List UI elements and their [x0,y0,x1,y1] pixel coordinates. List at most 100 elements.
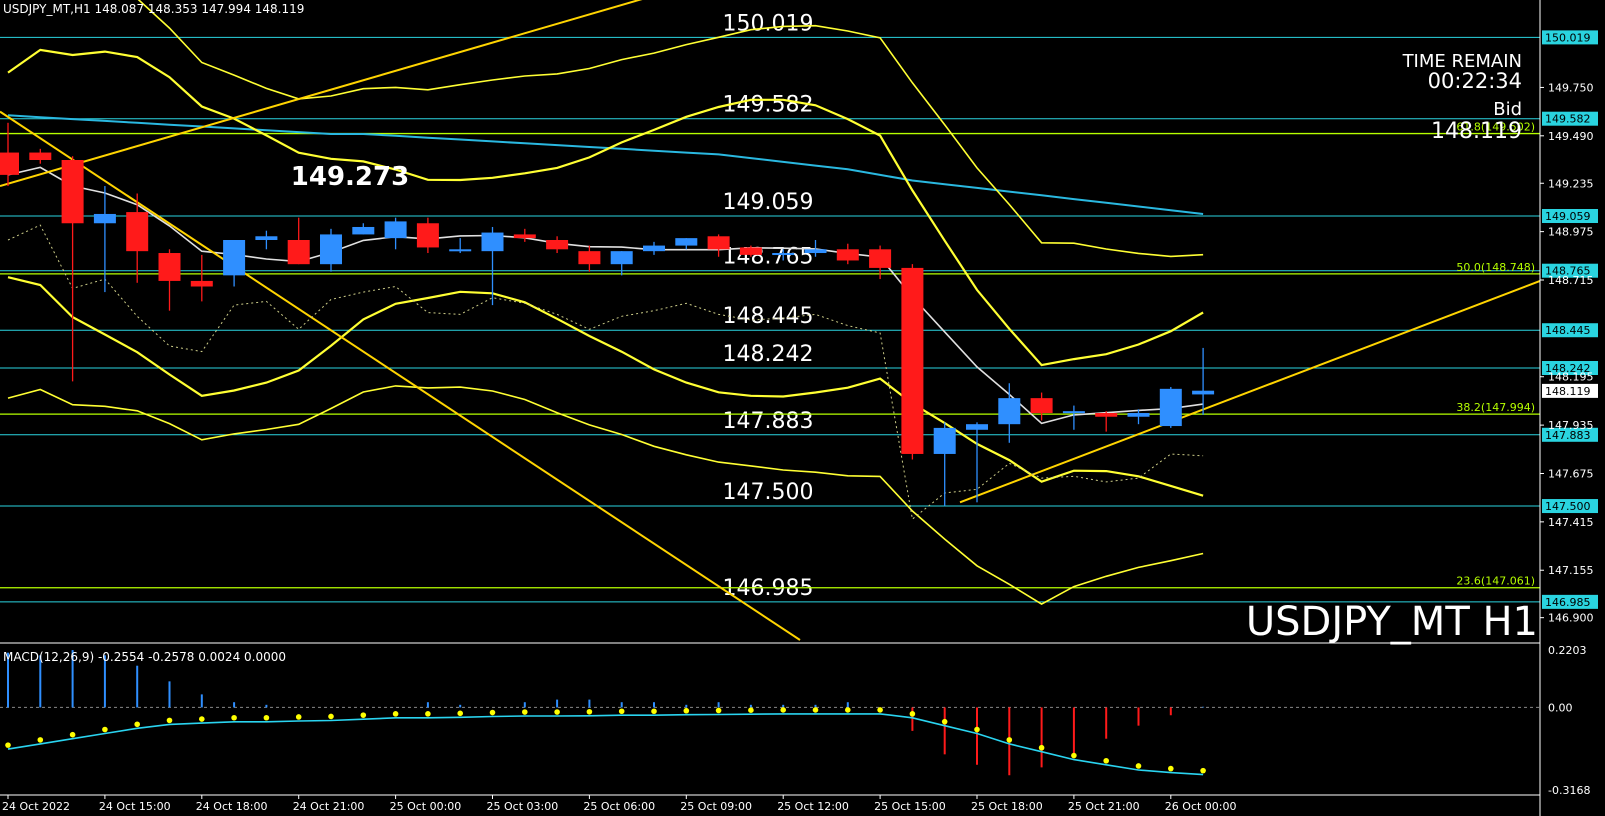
price-tick-label: 148.195 [1548,371,1594,384]
candle-body [610,251,633,265]
candle-body [643,245,665,252]
level-label: 148.242 [723,342,814,367]
price-tick-label: 147.415 [1548,516,1594,529]
watermark: USDJPY_MT H1 [1246,599,1538,645]
time-tick-label: 24 Oct 21:00 [293,800,365,813]
macd-tick-label: 0.00 [1548,701,1573,714]
macd-signal-dot [748,707,754,714]
macd-signal-dot [392,711,399,717]
price-tick-label: 147.155 [1548,564,1594,577]
macd-signal-dot [1200,767,1206,774]
level-label: 147.500 [723,480,814,505]
time-tick-label: 24 Oct 18:00 [196,800,268,813]
macd-signal-dot [554,709,560,715]
candle-body [739,247,762,255]
macd-signal-dot [166,717,173,724]
price-tick-label: 149.490 [1548,130,1594,143]
price-chart[interactable]: 150.019150.019149.582149.582149.059149.0… [0,0,1605,816]
price-tick-label: 148.975 [1548,226,1594,239]
candle-body [352,226,375,235]
price-tick-label: 147.935 [1548,419,1594,432]
macd-signal-dot [457,710,464,717]
macd-signal-dot [909,711,916,717]
level-axis-label: 146.985 [1545,596,1591,609]
symbol-line: USDJPY_MT,H1 148.087 148.353 147.994 148… [3,2,304,16]
candle-body [869,249,892,268]
time-tick-label: 25 Oct 09:00 [680,800,752,813]
macd-signal-dot [37,737,44,743]
macd-signal-dot [360,712,367,718]
candle-body [255,236,278,240]
candle-body [546,240,569,250]
price-tick-label: 147.675 [1548,467,1594,480]
level-label: 149.059 [723,190,814,215]
macd-signal-dot [263,714,270,721]
macd-signal-dot [5,742,11,748]
macd-signal-dot [295,714,302,720]
time-tick-label: 24 Oct 15:00 [99,800,171,813]
candle-body [61,160,84,224]
level-axis-label: 148.445 [1545,324,1591,337]
candle-body [481,232,504,252]
macd-signal-dot [715,707,722,714]
macd-signal-dot [618,708,625,715]
fib-label: 38.2(147.994) [1456,401,1535,414]
candle-body [29,152,52,160]
macd-signal-dot [199,716,205,722]
candle-body [933,427,956,454]
candle-body [223,240,246,276]
fib-label: 23.6(147.061) [1456,575,1535,588]
price-tick-label: 149.750 [1548,81,1594,94]
macd-signal-dot [1168,765,1174,772]
candle-body [1095,413,1118,417]
candle-body [158,253,181,281]
candle-body [804,249,827,254]
time-tick-label: 25 Oct 03:00 [487,800,559,813]
candle-body [320,234,342,265]
candle-body [1030,398,1053,414]
level-axis-label: 149.059 [1545,210,1591,223]
candle-body [772,253,795,256]
current-price-label: 148.119 [1545,385,1591,398]
candle-body [416,223,439,248]
candle-body [449,249,472,252]
macd-signal-dot [425,711,431,717]
candle-body [0,152,19,175]
macd-signal-dot [651,708,657,715]
macd-signal-dot [1038,744,1045,751]
macd-signal-dot [328,713,334,720]
macd-signal-dot [1071,752,1077,759]
level-axis-label: 147.500 [1545,500,1591,513]
time-tick-label: 25 Oct 18:00 [971,800,1043,813]
candle-body [707,236,730,250]
candle-body [126,212,149,252]
time-tick-label: 25 Oct 12:00 [777,800,849,813]
macd-signal-dot [1006,737,1013,743]
candle-body [93,213,116,224]
level-axis-label: 150.019 [1545,31,1591,44]
level-label: 148.445 [723,304,814,329]
annotation-label: 149.273 [291,162,409,192]
macd-signal-dot [231,714,237,721]
time-tick-label: 25 Oct 15:00 [874,800,946,813]
macd-signal-dot [1103,757,1109,764]
macd-signal-dot [941,718,948,725]
time-tick-label: 25 Oct 21:00 [1068,800,1140,813]
candle-body [1192,390,1215,395]
macd-signal-dot [586,708,593,715]
macd-signal-dot [522,709,528,715]
candle-body [190,280,213,287]
macd-signal-dot [134,721,140,728]
time-tick-label: 24 Oct 2022 [2,800,70,813]
candle-body [287,240,310,265]
fib-label: 50.0(148.748) [1456,261,1535,274]
candle-body [578,251,601,265]
price-tick-label: 149.235 [1548,177,1594,190]
macd-signal-dot [102,726,108,733]
macd-tick-label: 0.2203 [1548,644,1587,657]
macd-signal-dot [812,707,819,713]
bid-label: Bid [1493,99,1522,120]
candle-body [901,267,924,454]
macd-signal-dot [69,731,76,738]
candle-body [1127,413,1150,417]
